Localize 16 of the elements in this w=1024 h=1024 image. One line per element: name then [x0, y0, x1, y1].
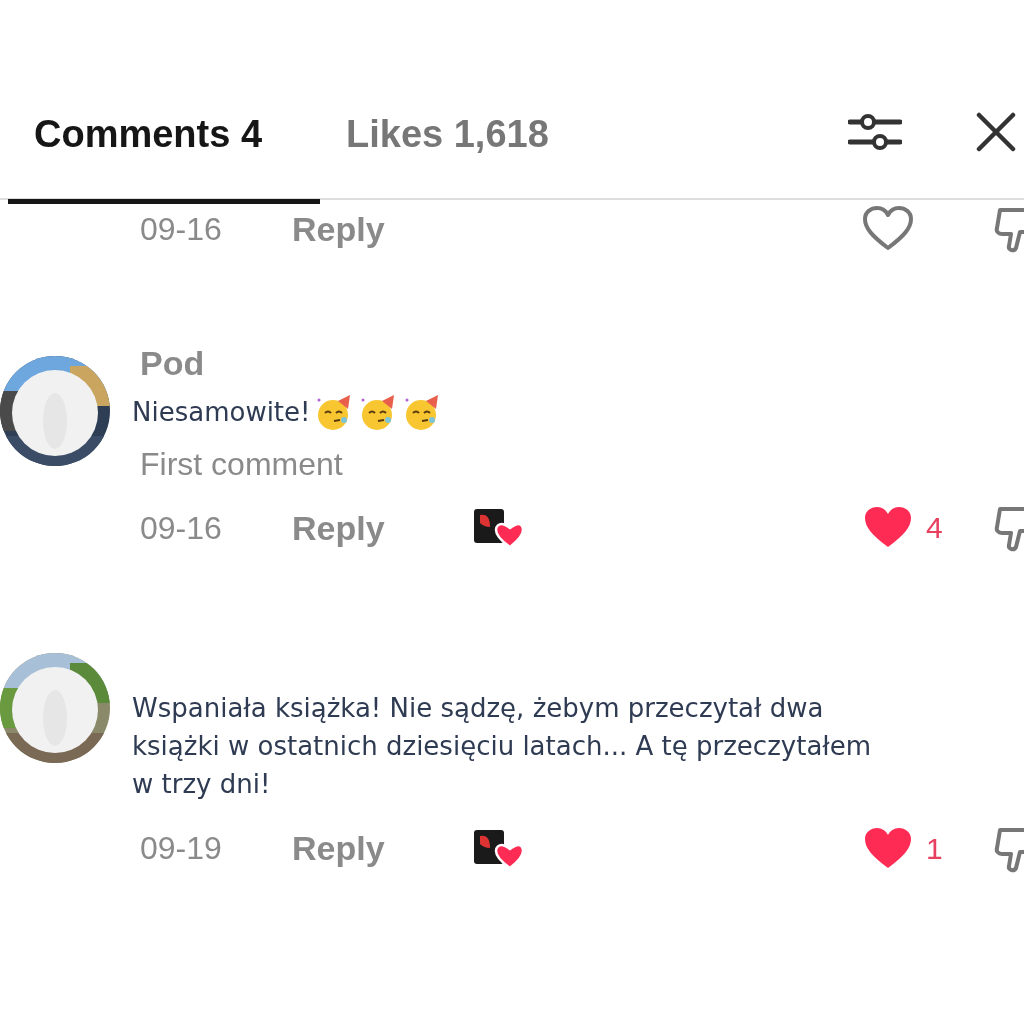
like-count: 1 — [925, 831, 944, 866]
comment-date: 09-16 — [140, 509, 223, 547]
comment-date: 09-19 — [140, 830, 223, 868]
like-count: 4 — [925, 511, 944, 545]
user-name[interactable]: Pod — [140, 344, 1024, 384]
close-icon[interactable] — [976, 112, 1016, 152]
tab[interactable]: Likes 1,618 — [320, 96, 575, 204]
comment-text: Wspaniała książka! Nie sądzę, żebym przeczytał dwa książki w ostatnich dziesięciu latach... A tę przeczytałem w trzy dni! — [132, 692, 873, 802]
filter-icon[interactable] — [848, 112, 902, 152]
heart-icon[interactable] — [862, 206, 914, 252]
reply-button[interactable]: Reply — [292, 508, 472, 548]
reply-button[interactable]: Reply — [292, 209, 472, 249]
comment-label: First comment — [140, 446, 344, 483]
comment-text: Niesamowite! — [132, 395, 311, 429]
comment-date: 09-16 — [140, 210, 223, 248]
reply-button[interactable]: Reply — [292, 829, 472, 869]
